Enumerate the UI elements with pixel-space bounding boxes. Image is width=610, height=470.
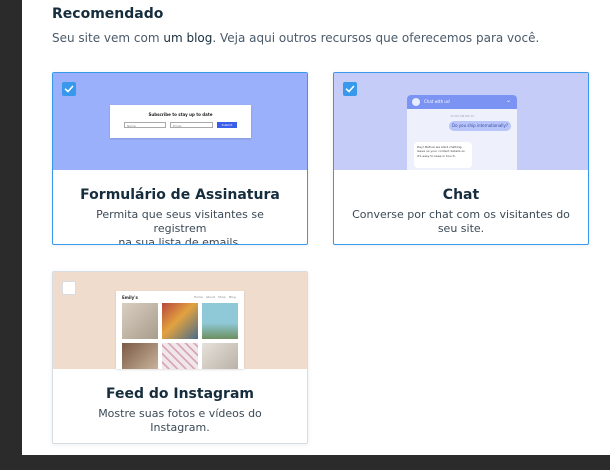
- card-description: Mostre suas fotos e vídeos do Instagram.: [71, 407, 289, 435]
- recommended-panel: Recomendado Seu site vem com um blog. Ve…: [22, 0, 610, 455]
- section-title: Recomendado: [52, 6, 164, 22]
- site-preview-nav-item: About: [206, 295, 215, 299]
- card-subscription-form[interactable]: Subscribe to stay up to date Name Email …: [52, 72, 308, 245]
- subtitle-suffix: . Veja aqui outros recursos que oferecem…: [212, 31, 540, 45]
- card-checkbox-checked[interactable]: [343, 82, 357, 96]
- card-title: Formulário de Assinatura: [80, 187, 280, 203]
- avatar: [412, 98, 420, 106]
- card-title: Chat: [442, 187, 480, 203]
- form-preview-submit-button: Submit: [217, 122, 237, 128]
- form-preview-title: Subscribe to stay up to date: [148, 112, 213, 117]
- instagram-photo: [202, 343, 238, 369]
- site-preview-nav-item: Home: [194, 295, 203, 299]
- chat-preview-timestamp: 12:00 AM 08:13: [450, 114, 474, 118]
- blog-link[interactable]: um blog: [163, 31, 212, 45]
- card-description: Permita que seus visitantes se registrem…: [71, 208, 289, 245]
- card-description-line: Mostre suas fotos e vídeos do Instagram.: [98, 407, 262, 434]
- checkmark-icon: [64, 85, 74, 93]
- card-banner-preview: Chat with us! ⌄ 12:00 AM 08:13 Do you sh…: [334, 73, 588, 170]
- card-banner-preview: Emily's Home About Shop Blog: [53, 272, 307, 369]
- chevron-down-icon: ⌄: [505, 97, 511, 104]
- card-chat[interactable]: Chat with us! ⌄ 12:00 AM 08:13 Do you sh…: [333, 72, 589, 245]
- checkmark-icon: [345, 85, 355, 93]
- instagram-site-preview: Emily's Home About Shop Blog: [116, 291, 244, 369]
- chat-preview-answer: Hey! Before we start chatting, leave us …: [414, 142, 472, 168]
- chat-preview-header: Chat with us! ⌄: [407, 95, 517, 109]
- site-preview-nav-item: Blog: [229, 295, 236, 299]
- chat-preview-title: Chat with us!: [424, 99, 451, 104]
- instagram-photo: [122, 303, 158, 339]
- card-checkbox-unchecked[interactable]: [62, 281, 76, 295]
- card-description-line: seu site.: [437, 222, 485, 235]
- instagram-photo: [162, 303, 198, 339]
- card-description-line: na sua lista de emails.: [118, 236, 242, 245]
- form-preview-name-field: Name: [124, 122, 166, 128]
- subscription-form-preview: Subscribe to stay up to date Name Email …: [110, 105, 251, 138]
- section-subtitle: Seu site vem com um blog. Veja aqui outr…: [52, 31, 539, 45]
- card-checkbox-checked[interactable]: [62, 82, 76, 96]
- card-instagram-feed[interactable]: Emily's Home About Shop Blog Feed do Ins…: [52, 271, 308, 444]
- card-description-line: Permita que seus visitantes se registrem: [96, 208, 264, 235]
- form-preview-email-field: Email: [170, 122, 213, 128]
- instagram-photo: [122, 343, 158, 369]
- subtitle-prefix: Seu site vem com: [52, 31, 164, 45]
- instagram-photo: [162, 343, 198, 369]
- card-description-line: Converse por chat com os visitantes do: [352, 208, 570, 221]
- site-preview-brand: Emily's: [122, 295, 138, 300]
- chat-preview-question: Do you ship internationally?: [449, 121, 511, 131]
- card-banner-preview: Subscribe to stay up to date Name Email …: [53, 73, 307, 170]
- card-title: Feed do Instagram: [105, 386, 254, 402]
- site-preview-nav-item: Shop: [218, 295, 226, 299]
- instagram-photo: [202, 303, 238, 339]
- card-description: Converse por chat com os visitantes do s…: [352, 208, 570, 236]
- chat-window-preview: Chat with us! ⌄ 12:00 AM 08:13 Do you sh…: [407, 95, 517, 170]
